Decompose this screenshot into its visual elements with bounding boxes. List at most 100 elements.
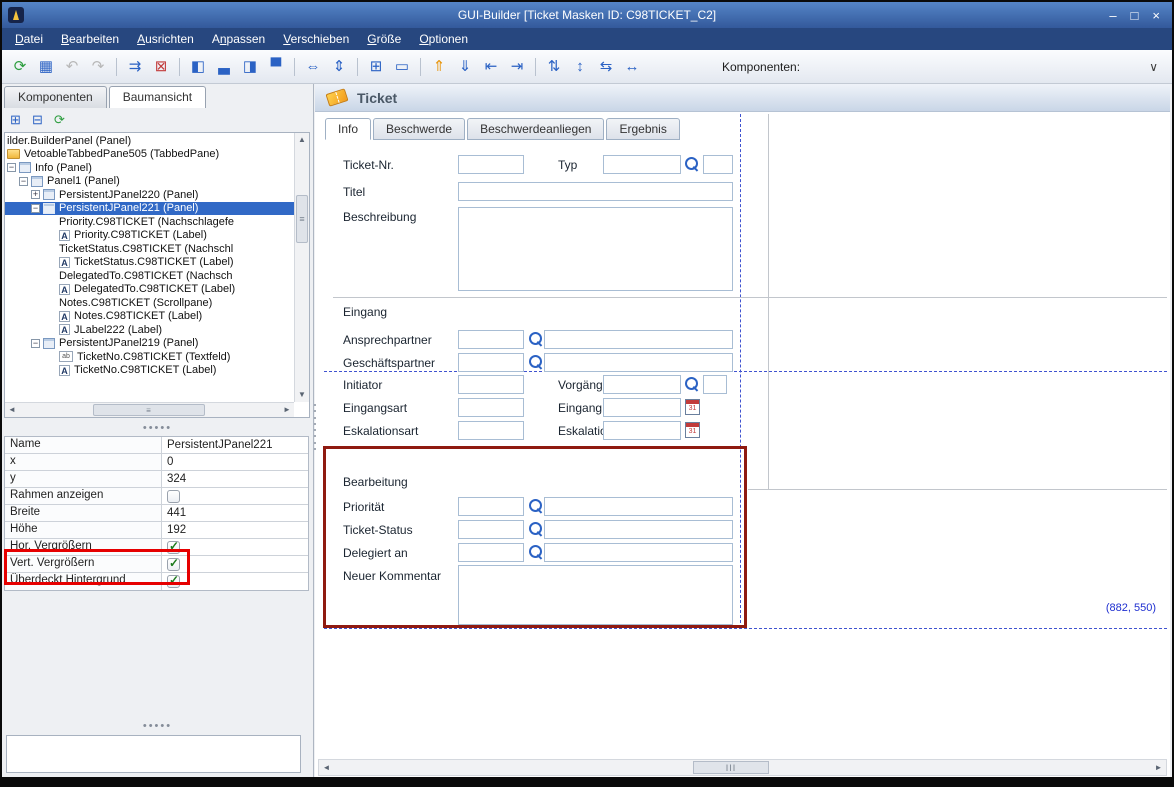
geschaeftspartner-input[interactable] bbox=[458, 353, 524, 372]
menu-item[interactable]: Anpassen bbox=[203, 32, 274, 46]
scroll-up-icon[interactable]: ▲ bbox=[295, 133, 309, 147]
property-value[interactable]: 324 bbox=[162, 471, 308, 487]
ansprechpartner-name-input[interactable] bbox=[544, 330, 733, 349]
checkbox[interactable] bbox=[167, 575, 180, 588]
toolbar-button[interactable]: ↔ bbox=[620, 55, 644, 79]
toolbar-button[interactable] bbox=[112, 55, 121, 79]
scroll-left-icon[interactable]: ◄ bbox=[5, 403, 19, 417]
property-row[interactable]: Hor. Vergrößern bbox=[5, 539, 308, 556]
tree-item[interactable]: Priority.C98TICKET (Label) bbox=[5, 229, 294, 243]
tree-item[interactable]: TicketNo.C98TICKET (Label) bbox=[5, 364, 294, 378]
menu-item[interactable]: Verschieben bbox=[274, 32, 358, 46]
tree-item[interactable]: TicketStatus.C98TICKET (Nachschl bbox=[5, 242, 294, 256]
property-value[interactable] bbox=[162, 556, 308, 572]
left-panel-tab[interactable]: Komponenten bbox=[4, 86, 107, 108]
ansprechpartner-input[interactable] bbox=[458, 330, 524, 349]
toolbar-button[interactable] bbox=[175, 55, 184, 79]
toolbar-button[interactable]: ⇔ bbox=[301, 55, 325, 79]
tree-item[interactable]: Info (Panel) bbox=[5, 161, 294, 175]
typ-code-input[interactable] bbox=[703, 155, 733, 174]
geschaeftspartner-name-input[interactable] bbox=[544, 353, 733, 372]
tree-item[interactable]: TicketNo.C98TICKET (Textfeld) bbox=[5, 350, 294, 364]
toolbar-button[interactable] bbox=[290, 55, 299, 79]
toolbar-button[interactable]: ⇑ bbox=[427, 55, 451, 79]
ticket-status-lookup-icon[interactable] bbox=[529, 522, 543, 536]
ansprechpartner-lookup-icon[interactable] bbox=[529, 332, 543, 346]
tree-expander-icon[interactable] bbox=[31, 204, 40, 213]
property-value[interactable]: 0 bbox=[162, 454, 308, 470]
toolbar-button[interactable]: ◧ bbox=[186, 55, 210, 79]
maximize-button[interactable]: □ bbox=[1131, 8, 1139, 23]
toolbar-button[interactable]: ⟳ bbox=[8, 55, 32, 79]
form-tab[interactable]: Info bbox=[325, 118, 371, 140]
toolbar-button[interactable]: ⇉ bbox=[123, 55, 147, 79]
ticket-nr-input[interactable] bbox=[458, 155, 524, 174]
toolbar-button[interactable]: ↷ bbox=[86, 55, 110, 79]
tree-item[interactable]: PersistentJPanel219 (Panel) bbox=[5, 337, 294, 351]
tree-item[interactable]: DelegatedTo.C98TICKET (Label) bbox=[5, 283, 294, 297]
checkbox[interactable] bbox=[167, 558, 180, 571]
menu-item[interactable]: Datei bbox=[6, 32, 52, 46]
eingang-date-input[interactable] bbox=[603, 398, 681, 417]
menu-item[interactable]: Optionen bbox=[410, 32, 477, 46]
form-tab[interactable]: Ergebnis bbox=[606, 118, 679, 140]
titel-input[interactable] bbox=[458, 182, 733, 201]
property-row[interactable]: Breite 441 bbox=[5, 505, 308, 522]
eskalation-calendar-icon[interactable]: 31 bbox=[685, 422, 700, 438]
typ-input[interactable] bbox=[603, 155, 681, 174]
initiator-input[interactable] bbox=[458, 375, 524, 394]
title-bar[interactable]: GUI-Builder [Ticket Masken ID: C98TICKET… bbox=[2, 2, 1172, 28]
property-value[interactable] bbox=[162, 573, 308, 590]
designer-scrollbar-thumb[interactable]: III bbox=[693, 761, 769, 774]
toolbar-button[interactable]: ◨ bbox=[238, 55, 262, 79]
tree-toolbar-button[interactable]: ⊟ bbox=[29, 112, 46, 128]
toolbar-button[interactable]: ⊠ bbox=[149, 55, 173, 79]
tree-expander-icon[interactable] bbox=[19, 177, 28, 186]
beschreibung-textarea[interactable] bbox=[458, 207, 733, 291]
close-button[interactable]: × bbox=[1152, 8, 1160, 23]
prioritaet-name-input[interactable] bbox=[544, 497, 733, 516]
designer-horizontal-scrollbar[interactable]: ◄ III ► bbox=[318, 759, 1167, 776]
property-row[interactable]: Name PersistentJPanel221 bbox=[5, 437, 308, 454]
delegiert-an-input[interactable] bbox=[458, 543, 524, 562]
tree-item[interactable]: Notes.C98TICKET (Label) bbox=[5, 310, 294, 324]
toolbar-button[interactable]: ▦ bbox=[34, 55, 58, 79]
toolbar-button[interactable]: ⇆ bbox=[594, 55, 618, 79]
geschaeftspartner-lookup-icon[interactable] bbox=[529, 355, 543, 369]
scroll-right-icon[interactable]: ► bbox=[1151, 760, 1166, 775]
vorgaenger-code-input[interactable] bbox=[703, 375, 727, 394]
tree-expander-icon[interactable] bbox=[7, 163, 16, 172]
scroll-left-icon[interactable]: ◄ bbox=[319, 760, 334, 775]
splitter-handle-bottom[interactable]: ••••• bbox=[2, 722, 313, 732]
toolbar-button[interactable] bbox=[416, 55, 425, 79]
tree-item[interactable]: ilder.BuilderPanel (Panel) bbox=[5, 134, 294, 148]
tree-item[interactable]: Notes.C98TICKET (Scrollpane) bbox=[5, 296, 294, 310]
delegiert-an-name-input[interactable] bbox=[544, 543, 733, 562]
splitter-handle[interactable]: ••••• bbox=[2, 424, 313, 434]
vorgaenger-input[interactable] bbox=[603, 375, 681, 394]
property-value[interactable]: 441 bbox=[162, 505, 308, 521]
checkbox[interactable] bbox=[167, 541, 180, 554]
neuer-kommentar-textarea[interactable] bbox=[458, 565, 733, 625]
ticket-status-name-input[interactable] bbox=[544, 520, 733, 539]
delegiert-an-lookup-icon[interactable] bbox=[529, 545, 543, 559]
property-row[interactable]: Rahmen anzeigen bbox=[5, 488, 308, 505]
toolbar-button[interactable] bbox=[353, 55, 362, 79]
komponenten-dropdown-icon[interactable]: ∨ bbox=[1149, 60, 1158, 74]
eskalation-date-input[interactable] bbox=[603, 421, 681, 440]
tree-toolbar-button[interactable]: ⟳ bbox=[51, 112, 68, 128]
tree-item[interactable]: DelegatedTo.C98TICKET (Nachsch bbox=[5, 269, 294, 283]
left-panel-tab[interactable]: Baumansicht bbox=[109, 86, 206, 108]
tree-expander-icon[interactable] bbox=[31, 339, 40, 348]
menu-item[interactable]: Größe bbox=[358, 32, 410, 46]
tree-item[interactable]: Panel1 (Panel) bbox=[5, 175, 294, 189]
toolbar-button[interactable]: ⇕ bbox=[327, 55, 351, 79]
property-row[interactable]: Höhe 192 bbox=[5, 522, 308, 539]
property-row[interactable]: y 324 bbox=[5, 471, 308, 488]
tree-expander-icon[interactable] bbox=[31, 190, 40, 199]
vorgaenger-lookup-icon[interactable] bbox=[685, 377, 699, 391]
eskalationsart-input[interactable] bbox=[458, 421, 524, 440]
menu-item[interactable]: Ausrichten bbox=[128, 32, 203, 46]
toolbar-button[interactable]: ⇅ bbox=[542, 55, 566, 79]
toolbar-button[interactable]: ⇥ bbox=[505, 55, 529, 79]
